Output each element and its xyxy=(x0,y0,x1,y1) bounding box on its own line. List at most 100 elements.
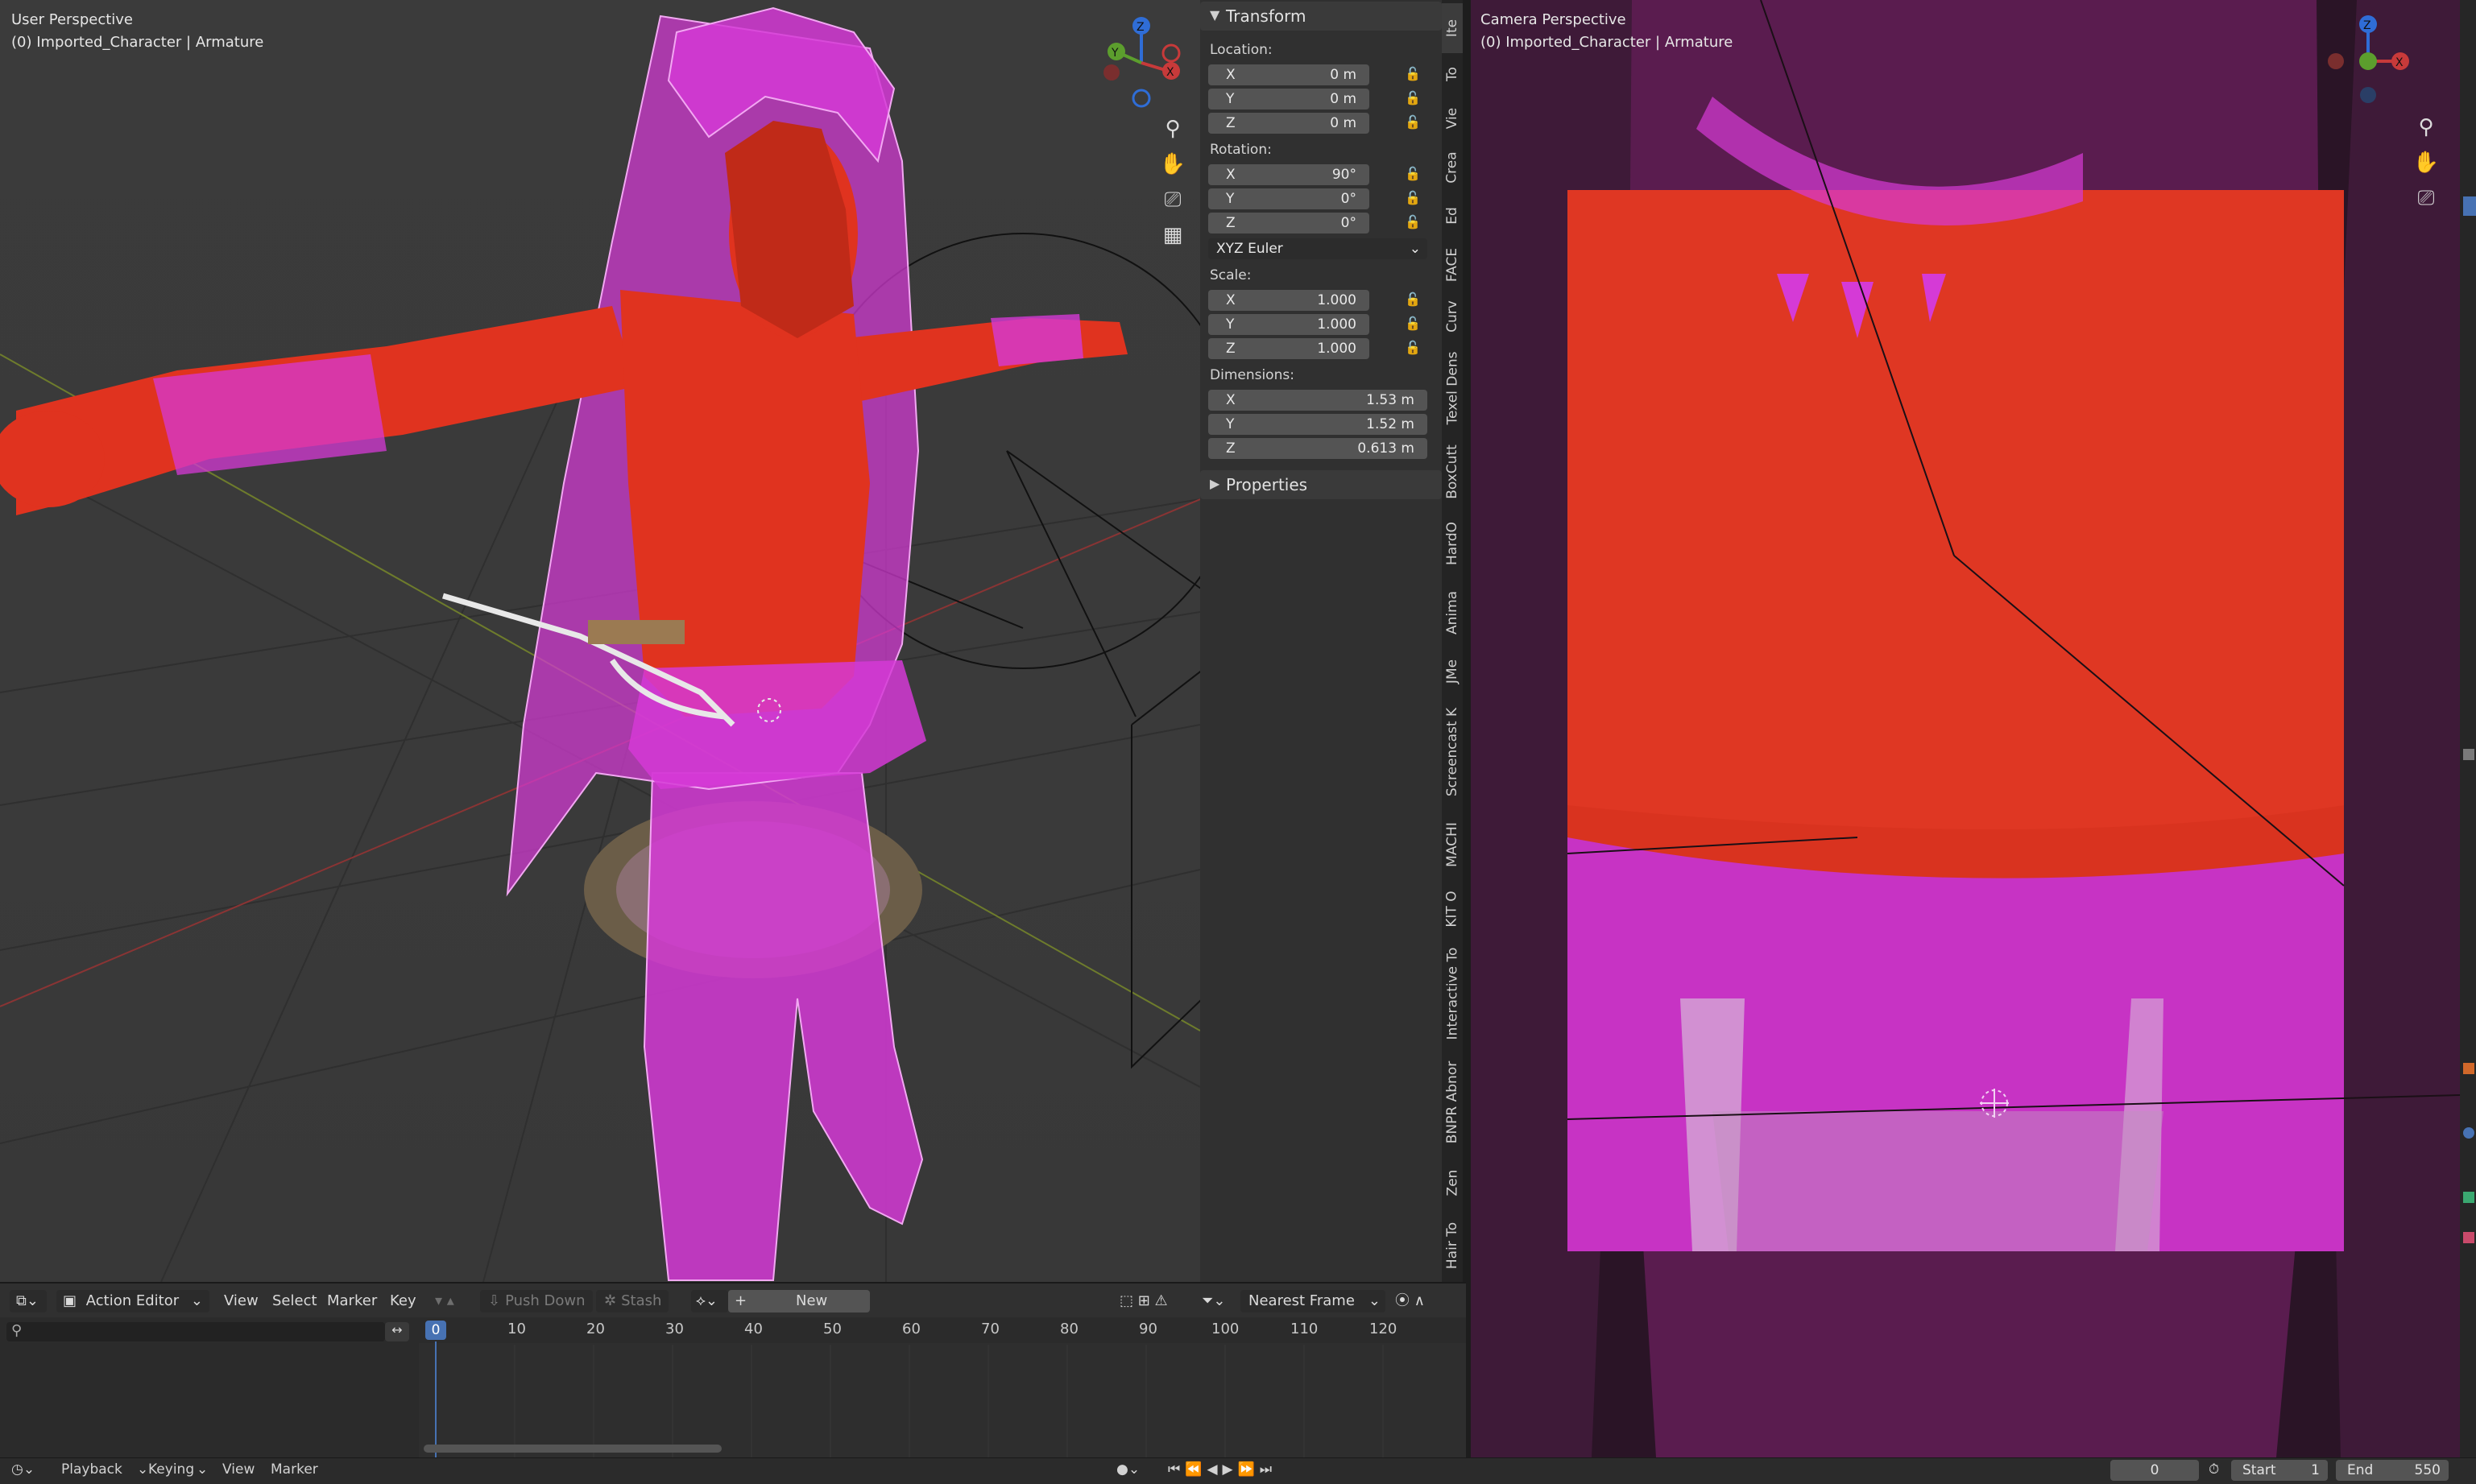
lock-icon[interactable]: 🔓 xyxy=(1405,114,1424,132)
viewport-3d-camera[interactable]: Camera Perspective (0) Imported_Characte… xyxy=(1471,0,2460,1457)
scale-z-field[interactable]: Z 1.000 xyxy=(1208,338,1369,359)
timeline-region[interactable]: 0 10 20 30 40 50 60 70 80 90 100 110 120 xyxy=(419,1317,1466,1457)
record-icon[interactable]: ●⌄ xyxy=(1116,1461,1140,1478)
lock-icon[interactable]: 🔓 xyxy=(1405,90,1424,108)
tab-view[interactable]: Vie xyxy=(1442,95,1463,142)
menu-view[interactable]: View xyxy=(222,1461,255,1478)
lock-icon[interactable]: 🔓 xyxy=(1405,340,1424,358)
push-down-button[interactable]: ⇩ Push Down xyxy=(480,1290,593,1312)
menu-playback[interactable]: Playback xyxy=(61,1461,122,1478)
mode-dropdown[interactable]: ▣ Action Editor ⌄ xyxy=(56,1290,209,1312)
tab-edit[interactable]: Ed xyxy=(1442,193,1463,238)
camera-view-icon[interactable]: ⎚ xyxy=(2412,184,2441,213)
dimensions-x-field[interactable]: X 1.53 m xyxy=(1208,390,1427,411)
tab-kit-ops[interactable]: KIT O xyxy=(1442,881,1463,937)
constraint-icon[interactable] xyxy=(2463,1192,2474,1203)
tab-hardops[interactable]: HardO xyxy=(1442,509,1463,578)
location-x-field[interactable]: X 0 m xyxy=(1208,64,1369,85)
horizontal-scrollbar[interactable] xyxy=(424,1445,722,1453)
tab-boxcutter[interactable]: BoxCutt xyxy=(1442,435,1463,509)
frame-tick: 80 xyxy=(1060,1321,1079,1337)
snap-mode-label: Nearest Frame xyxy=(1248,1292,1355,1309)
action-browse-dropdown[interactable]: ⟡⌄ xyxy=(691,1290,728,1312)
menu-keying[interactable]: Keying xyxy=(148,1461,194,1478)
channel-search-input[interactable]: ⚲ xyxy=(6,1322,385,1341)
current-frame-marker[interactable]: 0 xyxy=(425,1321,446,1340)
lock-icon[interactable]: 🔓 xyxy=(1405,291,1424,309)
tab-screencast-keys[interactable]: Screencast K xyxy=(1442,696,1463,808)
navigation-gizmo[interactable]: Z X Y xyxy=(1097,14,1186,111)
tab-jme[interactable]: JMe xyxy=(1442,647,1463,696)
dimensions-y-field[interactable]: Y 1.52 m xyxy=(1208,414,1427,435)
lock-icon[interactable]: 🔓 xyxy=(1405,190,1424,208)
tab-animation[interactable]: Anima xyxy=(1442,578,1463,647)
rotation-z-field[interactable]: Z 0° xyxy=(1208,213,1369,234)
zoom-icon[interactable]: ⚲ xyxy=(2412,113,2441,142)
physics-icon[interactable] xyxy=(2463,1127,2474,1139)
snap-mode-dropdown[interactable]: Nearest Frame ⌄ xyxy=(1240,1290,1385,1312)
timeline-editor-icon[interactable]: ◷⌄ xyxy=(11,1461,35,1478)
zoom-icon[interactable]: ⚲ xyxy=(1158,114,1187,143)
layer-arrows-icon[interactable]: ▾ ▴ xyxy=(435,1290,454,1312)
object-icon[interactable] xyxy=(2463,1063,2474,1074)
proportional-edit-icon[interactable]: ⦿ ∧ xyxy=(1395,1290,1425,1312)
tab-bnpr[interactable]: BNPR Abnor xyxy=(1442,1050,1463,1155)
lock-icon[interactable]: 🔓 xyxy=(1405,214,1424,232)
lock-icon[interactable]: 🔓 xyxy=(1405,316,1424,333)
editor-type-dropdown[interactable]: ⧉⌄ xyxy=(10,1290,47,1312)
scale-y-field[interactable]: Y 1.000 xyxy=(1208,314,1369,335)
rotation-y-field[interactable]: Y 0° xyxy=(1208,188,1369,209)
dimensions-z-field[interactable]: Z 0.613 m xyxy=(1208,438,1427,459)
menu-key[interactable]: Key xyxy=(390,1290,416,1312)
scale-x-field[interactable]: X 1.000 xyxy=(1208,290,1369,311)
camera-view-icon[interactable]: ⎚ xyxy=(1158,185,1187,214)
lock-icon[interactable]: 🔓 xyxy=(1405,66,1424,84)
menu-view[interactable]: View xyxy=(224,1290,259,1312)
location-z-field[interactable]: Z 0 m xyxy=(1208,113,1369,134)
tool-icon[interactable] xyxy=(2463,749,2474,760)
location-y-field[interactable]: Y 0 m xyxy=(1208,89,1369,110)
clock-icon[interactable]: ⏱ xyxy=(2209,1461,2219,1478)
tab-interactive-tools[interactable]: Interactive To xyxy=(1442,937,1463,1050)
end-frame-field[interactable]: End 550 xyxy=(2336,1460,2449,1481)
rotation-label: Rotation: xyxy=(1210,142,1272,158)
axis-label: Y xyxy=(1226,316,1235,333)
tab-machin3[interactable]: MACHI xyxy=(1442,808,1463,881)
menu-marker[interactable]: Marker xyxy=(327,1290,377,1312)
active-object-label: (0) Imported_Character | Armature xyxy=(11,34,264,51)
tab-tool[interactable]: To xyxy=(1442,53,1463,95)
start-frame-field[interactable]: Start 1 xyxy=(2231,1460,2328,1481)
swap-icon[interactable]: ↔ xyxy=(385,1322,409,1341)
filter-icon[interactable]: ⏷⌄ xyxy=(1202,1290,1225,1312)
rotation-mode-dropdown[interactable]: XYZ Euler ⌄ xyxy=(1208,238,1427,259)
active-tab-indicator[interactable] xyxy=(2463,196,2476,216)
tab-curve[interactable]: Curv xyxy=(1442,291,1463,341)
new-action-button[interactable]: + New xyxy=(728,1290,870,1312)
tab-label: MACHI xyxy=(1444,822,1461,867)
stash-button[interactable]: ✲ Stash xyxy=(596,1290,669,1312)
lock-icon[interactable]: 🔓 xyxy=(1405,166,1424,184)
menu-select[interactable]: Select xyxy=(272,1290,317,1312)
tab-texel-density[interactable]: Texel Dens xyxy=(1442,341,1463,435)
tab-zen[interactable]: Zen xyxy=(1442,1155,1463,1211)
axis-label: Z xyxy=(1226,341,1236,357)
camera-navigation-gizmo[interactable]: Z X xyxy=(2328,11,2416,108)
transform-panel-header[interactable]: ▼ Transform xyxy=(1200,2,1442,31)
menu-marker[interactable]: Marker xyxy=(271,1461,318,1478)
ortho-grid-icon[interactable]: ▦ xyxy=(1158,221,1187,250)
field-value: 0.613 m xyxy=(1357,440,1414,457)
pan-hand-icon[interactable]: ✋ xyxy=(2412,148,2441,177)
tab-item[interactable]: Ite xyxy=(1442,3,1463,53)
tab-face[interactable]: FACE xyxy=(1442,238,1463,291)
viewport-3d-left[interactable]: User Perspective (0) Imported_Character … xyxy=(0,0,1442,1282)
current-frame-field[interactable]: 0 xyxy=(2110,1460,2199,1481)
pan-hand-icon[interactable]: ✋ xyxy=(1158,150,1187,179)
playback-controls[interactable]: ⏮⏪◀▶⏩⏭ xyxy=(1168,1461,1277,1478)
rotation-x-field[interactable]: X 90° xyxy=(1208,164,1369,185)
properties-panel-header[interactable]: ▶ Properties xyxy=(1200,470,1442,499)
select-tool-icons[interactable]: ⬚ ⊞ ⚠ xyxy=(1120,1290,1168,1312)
texture-icon[interactable] xyxy=(2463,1232,2474,1243)
tab-hair-tool[interactable]: Hair To xyxy=(1442,1211,1463,1280)
tab-create[interactable]: Crea xyxy=(1442,142,1463,193)
frame-tick: 30 xyxy=(665,1321,684,1337)
